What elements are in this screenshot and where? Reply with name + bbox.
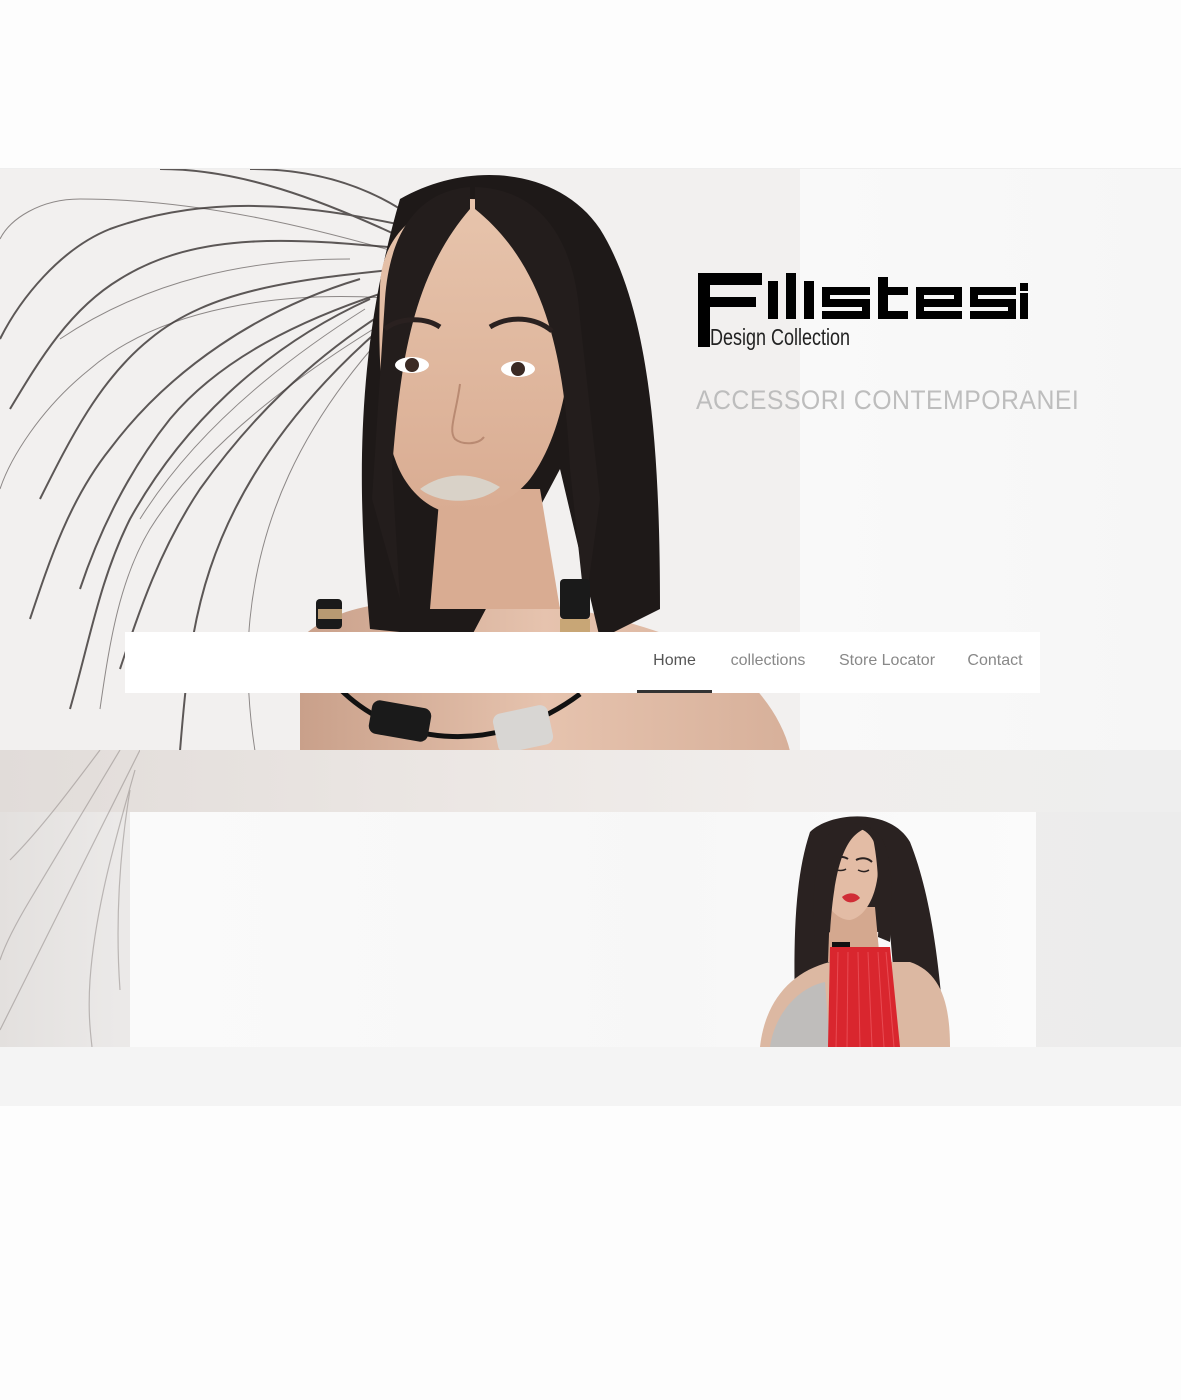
main-nav: Home collections Store Locator Contact bbox=[125, 632, 1040, 693]
logo-subtitle: Design Collection bbox=[710, 324, 850, 350]
tagline: ACCESSORI CONTEMPORANEI bbox=[696, 385, 1080, 415]
filistesi-logo: Design Collection bbox=[698, 273, 1028, 350]
nav-store-locator-label: Store Locator bbox=[838, 652, 936, 669]
band-top-strip bbox=[0, 750, 1181, 812]
nav-collections[interactable]: collections bbox=[723, 632, 813, 693]
hair-strands-decoration bbox=[0, 750, 140, 1047]
footer-strip bbox=[0, 1047, 1181, 1106]
nav-contact[interactable]: Contact bbox=[961, 632, 1029, 693]
featured-collection-card[interactable] bbox=[130, 812, 1036, 1047]
collection-model-image bbox=[760, 816, 950, 1047]
nav-contact-label: Contact bbox=[967, 652, 1023, 669]
content-band bbox=[0, 750, 1181, 1047]
nav-collections-label: collections bbox=[730, 652, 806, 669]
nav-home-label: Home bbox=[653, 652, 696, 669]
nav-home[interactable]: Home bbox=[637, 632, 712, 693]
nav-store-locator[interactable]: Store Locator bbox=[833, 632, 941, 693]
